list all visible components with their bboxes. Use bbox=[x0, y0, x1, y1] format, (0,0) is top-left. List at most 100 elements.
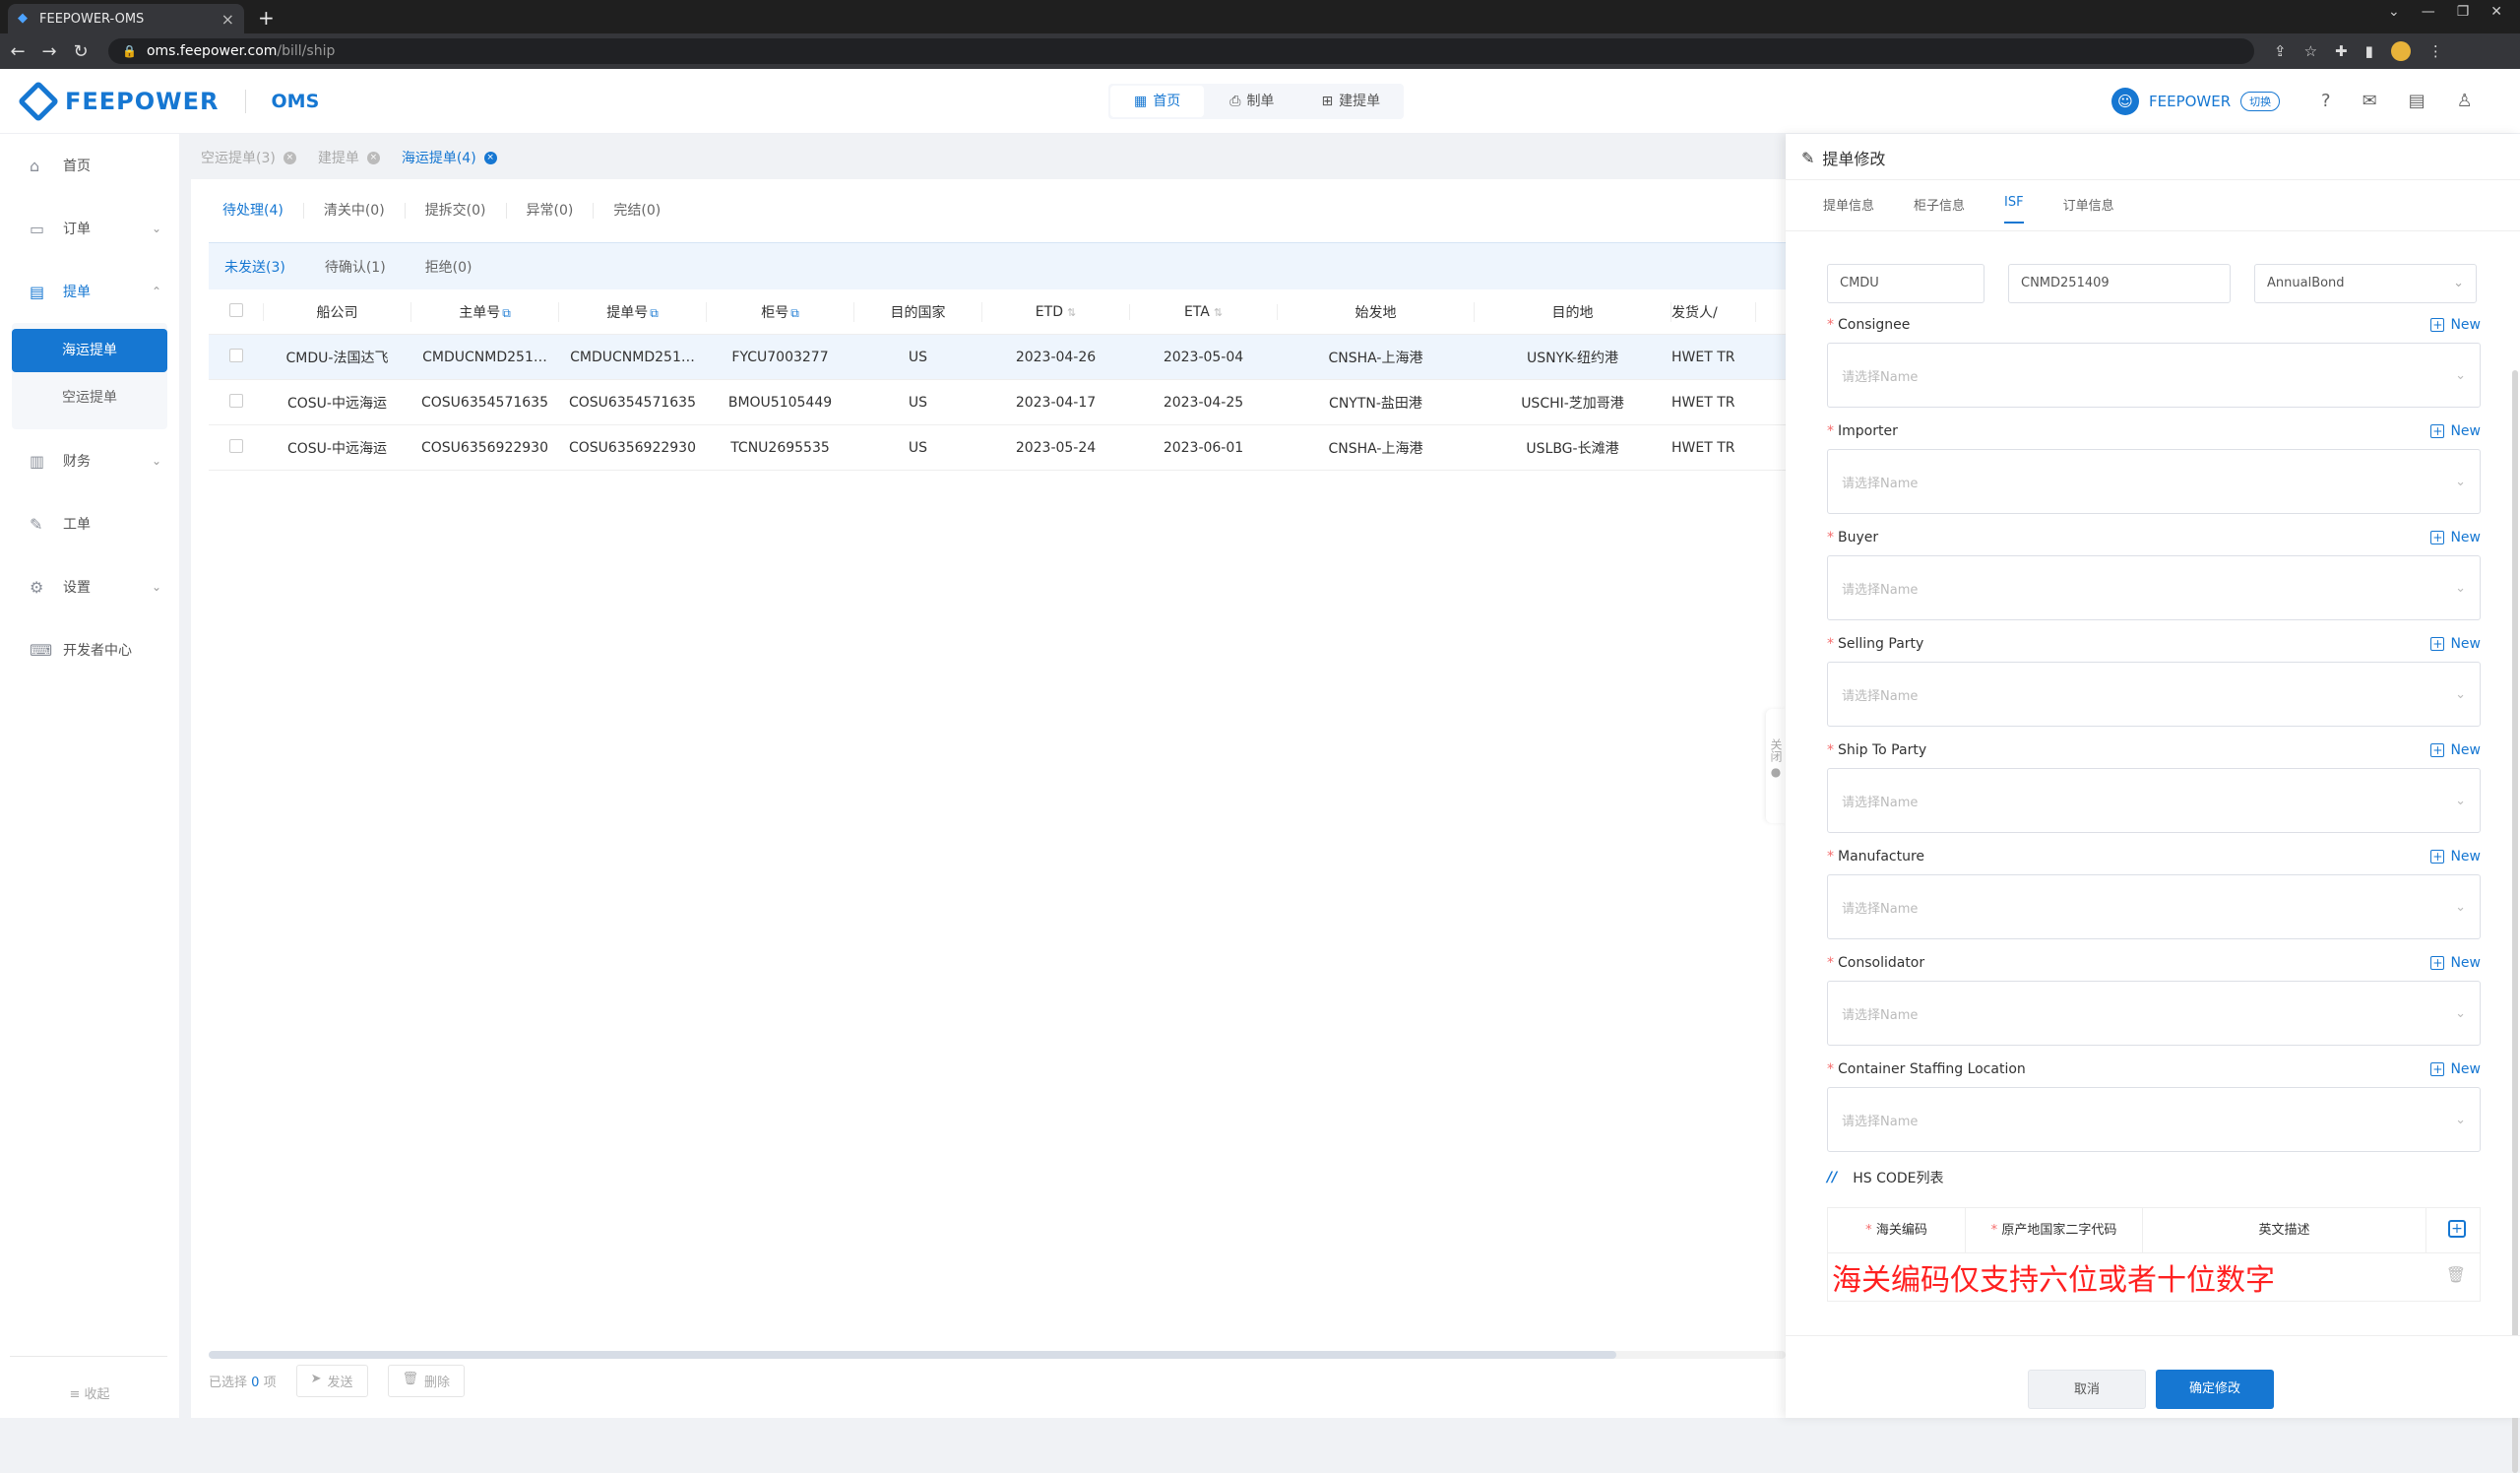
nav-make[interactable]: ⎙ 制单 bbox=[1206, 84, 1297, 119]
chevron-down-icon[interactable]: ⌄ bbox=[2388, 4, 2400, 20]
sidebar-item-air-bill[interactable]: 空运提单 bbox=[12, 376, 167, 419]
page-tab-air[interactable]: 空运提单(3) × bbox=[201, 148, 296, 167]
table-row[interactable]: COSU-中远海运 COSU6354571635 COSU6354571635 … bbox=[209, 380, 1786, 425]
menu-icon[interactable]: ⋮ bbox=[2428, 42, 2443, 60]
sort-icon[interactable]: ⇅ bbox=[1067, 306, 1076, 319]
container-staffing-location-select[interactable]: 请选择Name ⌄ bbox=[1827, 1087, 2481, 1152]
bill-no-input[interactable]: CNMD251409 bbox=[2008, 264, 2231, 303]
nav-create-bill[interactable]: ⊞ 建提单 bbox=[1297, 84, 1404, 119]
page-tab-create[interactable]: 建提单 × bbox=[318, 148, 380, 167]
cell: 2023-04-26 bbox=[1015, 349, 1097, 365]
calendar-icon[interactable]: ▤ bbox=[2409, 91, 2426, 111]
help-icon[interactable]: ? bbox=[2321, 91, 2331, 111]
sidebar-item-orders[interactable]: ▭ 订单 ⌄ bbox=[0, 197, 179, 260]
sidebar-item-developer[interactable]: ⌨ 开发者中心 bbox=[0, 618, 179, 681]
extensions-icon[interactable]: ✚ bbox=[2335, 42, 2348, 60]
scac-input[interactable]: CMDU bbox=[1827, 264, 1984, 303]
sidebar-item-sea-bill[interactable]: 海运提单 bbox=[12, 329, 167, 372]
url-field[interactable]: 🔒 oms.feepower.com /bill/ship bbox=[108, 38, 2254, 64]
table-row[interactable]: COSU-中远海运 COSU6356922930 COSU6356922930 … bbox=[209, 425, 1786, 471]
star-icon[interactable]: ☆ bbox=[2304, 42, 2317, 60]
nav-home[interactable]: ▦ 首页 bbox=[1110, 86, 1205, 117]
nav-create-bill-label: 建提单 bbox=[1339, 94, 1381, 109]
subtab-unsent[interactable]: 未发送(3) bbox=[224, 257, 285, 277]
tab-pending[interactable]: 待处理(4) bbox=[219, 203, 304, 219]
reload-icon[interactable]: ↻ bbox=[67, 41, 94, 62]
minimize-icon[interactable]: — bbox=[2422, 4, 2435, 20]
sidebar-item-tickets[interactable]: ✎ 工单 bbox=[0, 492, 179, 555]
select-all-checkbox[interactable] bbox=[209, 302, 264, 321]
user-menu[interactable]: ☺ FEEPOWER 切换 bbox=[2111, 88, 2281, 115]
new-consolidator-button[interactable]: + New bbox=[2430, 955, 2481, 971]
message-icon[interactable]: ✉ bbox=[2362, 91, 2377, 111]
bond-select[interactable]: AnnualBond ⌄ bbox=[2254, 264, 2477, 303]
sidepanel-icon[interactable]: ▮ bbox=[2365, 42, 2373, 60]
copy-icon[interactable]: ⧉ bbox=[502, 306, 511, 320]
tab-order-info[interactable]: 订单信息 bbox=[2063, 195, 2114, 224]
trash-icon[interactable]: 🗑 bbox=[2446, 1265, 2466, 1284]
sidebar-item-bills[interactable]: ▤ 提单 ⌃ bbox=[0, 260, 179, 323]
confirm-edit-button[interactable]: 确定修改 bbox=[2156, 1370, 2274, 1409]
consignee-select[interactable]: 请选择Name ⌄ bbox=[1827, 343, 2481, 408]
share-icon[interactable]: ⇪ bbox=[2274, 42, 2287, 60]
new-selling-party-button[interactable]: + New bbox=[2430, 636, 2481, 652]
buyer-select[interactable]: 请选择Name ⌄ bbox=[1827, 555, 2481, 620]
selling-party-select[interactable]: 请选择Name ⌄ bbox=[1827, 662, 2481, 727]
restore-icon[interactable]: ❐ bbox=[2457, 4, 2470, 20]
subtab-to-confirm[interactable]: 待确认(1) bbox=[325, 257, 386, 277]
page-tab-sea[interactable]: 海运提单(4) × bbox=[402, 148, 497, 167]
new-consignee-button[interactable]: + New bbox=[2430, 317, 2481, 333]
close-tab-icon[interactable]: × bbox=[221, 10, 234, 29]
close-window-icon[interactable]: ✕ bbox=[2490, 4, 2502, 20]
close-icon[interactable]: × bbox=[483, 151, 497, 164]
row-checkbox[interactable] bbox=[209, 393, 264, 412]
ship-to-party-select[interactable]: 请选择Name ⌄ bbox=[1827, 768, 2481, 833]
delete-button[interactable]: 🗑 删除 bbox=[387, 1364, 466, 1397]
row-checkbox[interactable] bbox=[209, 438, 264, 457]
drawer-scrollbar[interactable] bbox=[2512, 370, 2518, 1473]
new-tab-icon[interactable]: + bbox=[258, 6, 275, 30]
new-buyer-button[interactable]: + New bbox=[2430, 530, 2481, 545]
consolidator-select[interactable]: 请选择Name ⌄ bbox=[1827, 981, 2481, 1046]
copy-icon[interactable]: ⧉ bbox=[650, 306, 659, 320]
tab-clearing[interactable]: 清关中(0) bbox=[304, 203, 406, 219]
collapse-sidebar-button[interactable]: ≡ 收起 bbox=[0, 1383, 179, 1402]
user-icon[interactable]: ♙ bbox=[2457, 91, 2473, 111]
table-row[interactable]: CMDU-法国达飞 CMDUCNMD251… CMDUCNMD251… FYCU… bbox=[209, 335, 1786, 380]
profile-avatar[interactable] bbox=[2390, 41, 2411, 61]
copy-icon[interactable]: ⧉ bbox=[790, 306, 799, 320]
row-checkbox[interactable] bbox=[209, 348, 264, 366]
importer-select[interactable]: 请选择Name ⌄ bbox=[1827, 449, 2481, 514]
manufacture-select[interactable]: 请选择Name ⌄ bbox=[1827, 874, 2481, 939]
switch-button[interactable]: 切换 bbox=[2240, 92, 2281, 111]
logo[interactable]: FEEPOWER OMS bbox=[17, 80, 319, 123]
drawer-close-tab[interactable]: 关闭 ● bbox=[1766, 709, 1786, 823]
new-manufacture-button[interactable]: + New bbox=[2430, 849, 2481, 865]
tab-container-info[interactable]: 柜子信息 bbox=[1914, 195, 1965, 224]
back-icon[interactable]: ← bbox=[4, 41, 32, 62]
browser-tab[interactable]: ◆ FEEPOWER-OMS × bbox=[8, 4, 244, 33]
tab-finished[interactable]: 完结(0) bbox=[594, 203, 680, 219]
close-icon[interactable]: × bbox=[283, 151, 296, 164]
tab-isf[interactable]: ISF bbox=[2004, 195, 2024, 224]
col-eta[interactable]: ETA ⇅ bbox=[1130, 303, 1278, 320]
horizontal-scrollbar[interactable] bbox=[209, 1351, 1786, 1359]
tab-bill-info[interactable]: 提单信息 bbox=[1823, 195, 1874, 224]
col-etd[interactable]: ETD ⇅ bbox=[982, 303, 1130, 320]
sidebar-item-finance[interactable]: ▥ 财务 ⌄ bbox=[0, 429, 179, 492]
add-row-icon[interactable]: + bbox=[2448, 1220, 2466, 1238]
sidebar-item-settings[interactable]: ⚙ 设置 ⌄ bbox=[0, 555, 179, 618]
tab-exception[interactable]: 异常(0) bbox=[507, 203, 595, 219]
forward-icon[interactable]: → bbox=[35, 41, 63, 62]
new-container-staffing-location-button[interactable]: + New bbox=[2430, 1061, 2481, 1077]
cancel-button[interactable]: 取消 bbox=[2028, 1370, 2146, 1409]
sidebar-item-home[interactable]: ⌂ 首页 bbox=[0, 134, 179, 197]
new-importer-button[interactable]: + New bbox=[2430, 423, 2481, 439]
close-icon[interactable]: × bbox=[366, 151, 380, 164]
subtab-rejected[interactable]: 拒绝(0) bbox=[425, 257, 472, 277]
sort-icon[interactable]: ⇅ bbox=[1214, 306, 1223, 319]
send-button[interactable]: ➤ 发送 bbox=[295, 1364, 368, 1397]
tab-pickup[interactable]: 提拆交(0) bbox=[406, 203, 507, 219]
scroll-thumb[interactable] bbox=[209, 1351, 1616, 1359]
new-ship-to-party-button[interactable]: + New bbox=[2430, 742, 2481, 758]
